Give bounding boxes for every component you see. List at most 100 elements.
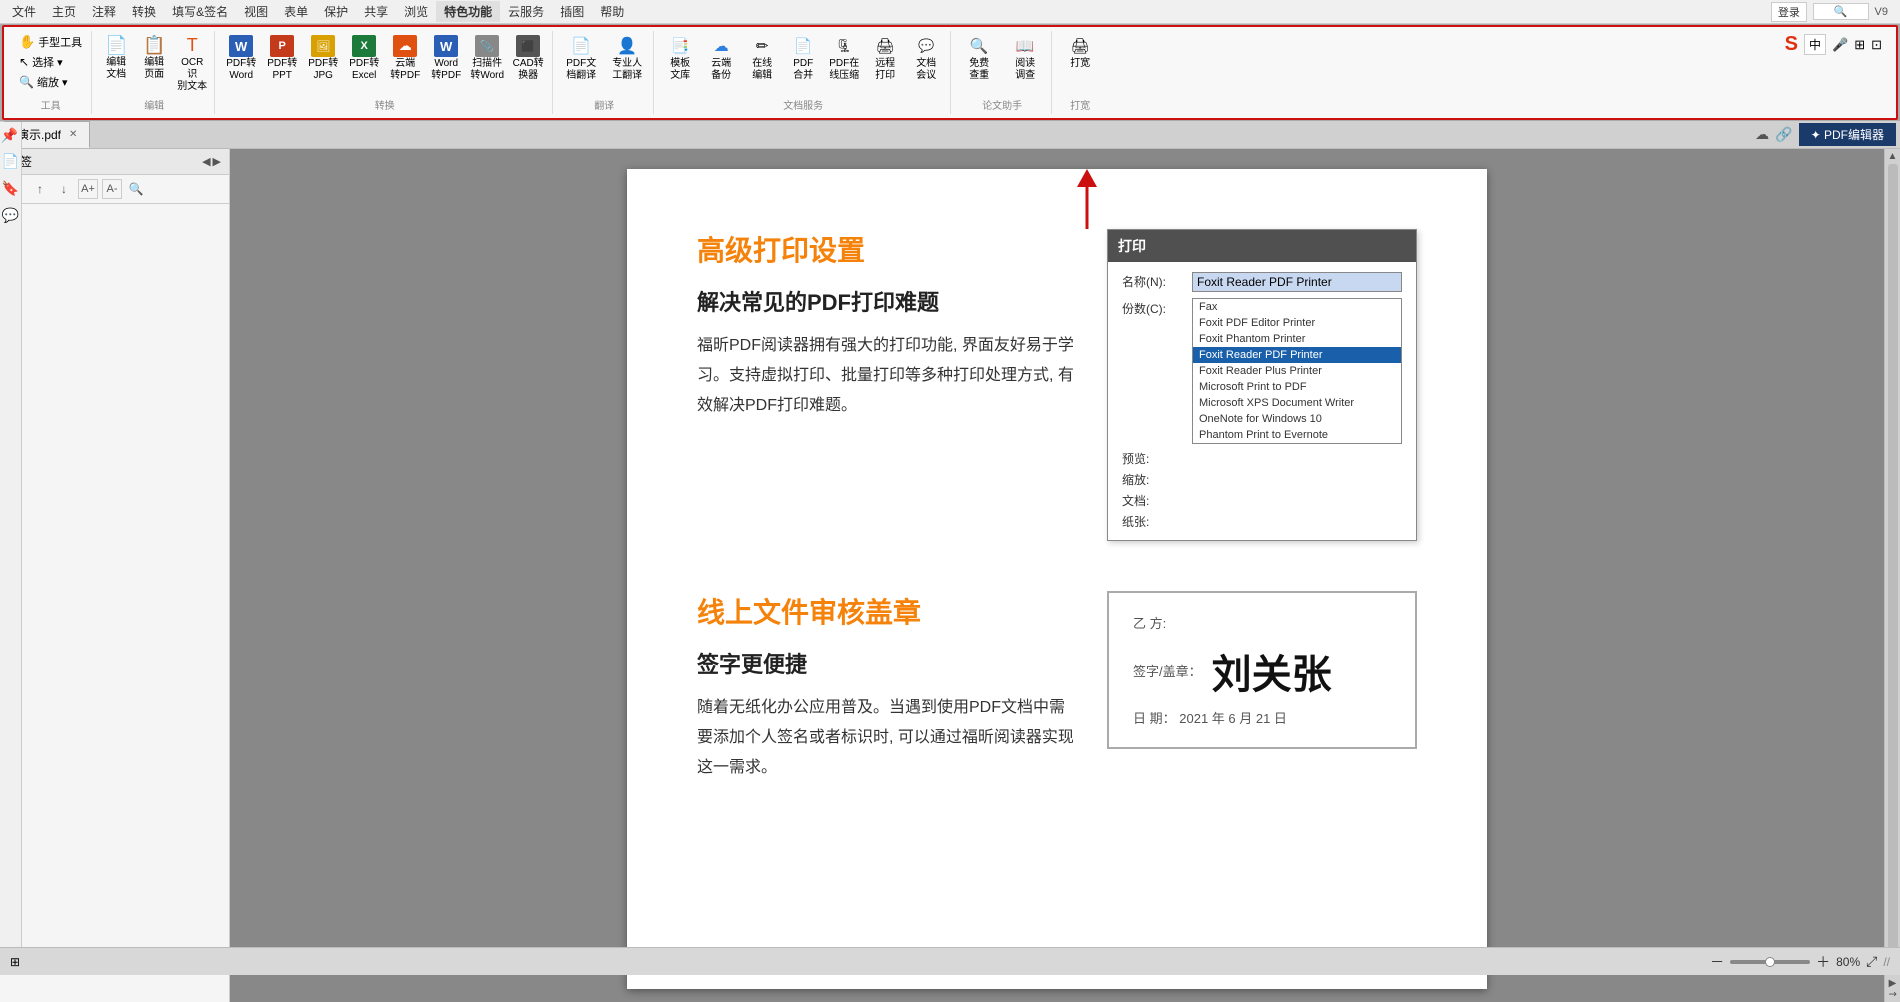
stamp-date-value: 2021 年 6 月 21 日	[1179, 711, 1287, 726]
print-list-item-editor[interactable]: Foxit PDF Editor Printer	[1193, 315, 1401, 331]
pdf-to-jpg-btn[interactable]: 🖼 PDF转JPG	[303, 33, 343, 84]
section-print-body: 福昕PDF阅读器拥有强大的打印功能, 界面友好易于学习。支持虚拟打印、批量打印等…	[697, 331, 1077, 422]
pdf-page: 高级打印设置 解决常见的PDF打印难题 福昕PDF阅读器拥有强大的打印功能, 界…	[627, 169, 1487, 989]
search-input-area[interactable]: 🔍	[1813, 3, 1869, 20]
tab-close-icon[interactable]: ✕	[69, 129, 77, 140]
menu-item-annotate[interactable]: 注释	[84, 1, 124, 22]
ribbon-docservice-group: 📑 模板文库 ☁ 云端备份 ✏ 在线编辑 📄 PDF合并 🗜 PDF在	[656, 31, 951, 114]
edit-page-btn[interactable]: 📋编辑页面	[136, 33, 172, 83]
pdf-editor-label: ✦ PDF编辑器	[1811, 126, 1884, 143]
pdf-to-excel-btn[interactable]: X PDF转Excel	[344, 33, 384, 84]
menu-item-browse[interactable]: 浏览	[396, 1, 436, 22]
print-name-input[interactable]: Foxit Reader PDF Printer	[1192, 272, 1402, 292]
menu-item-protect[interactable]: 保护	[316, 1, 356, 22]
print-printer-list[interactable]: Fax Foxit PDF Editor Printer Foxit Phant…	[1192, 298, 1402, 444]
pdf-to-ppt-btn[interactable]: P PDF转PPT	[262, 33, 302, 84]
menu-item-sign[interactable]: 填写&签名	[164, 1, 236, 22]
ribbon-edit-group: 📄编辑文档 📋编辑页面 TOCR识别文本 编辑	[94, 31, 215, 114]
right-scrollbar[interactable]: ▲ ▼ ▶ ↗	[1884, 149, 1900, 1002]
pdf-compress-btn[interactable]: 🗜 PDF在线压缩	[824, 33, 864, 84]
stamp-illustration: 乙 方: 签字/盖章： 刘关张 日 期： 2021 年 6 月 21 日	[1107, 591, 1417, 749]
fullscreen-btn[interactable]: ⤢	[1866, 953, 1877, 970]
zoom-control: － ＋ 80% ⤢ //	[1710, 952, 1890, 972]
scroll-diag[interactable]: ↗	[1886, 987, 1900, 1001]
template-library-btn[interactable]: 📑 模板文库	[660, 33, 700, 84]
scan-to-word-btn[interactable]: 📎 扫描件转Word	[467, 33, 507, 84]
print-list-item-ms-pdf[interactable]: Microsoft Print to PDF	[1193, 379, 1401, 395]
online-edit-btn[interactable]: ✏ 在线编辑	[742, 33, 782, 84]
human-translate-btn[interactable]: 👤 专业人工翻译	[605, 33, 649, 84]
login-button[interactable]: 登录	[1771, 2, 1807, 22]
menu-item-help[interactable]: 帮助	[592, 1, 632, 22]
ribbon-convert-group: W PDF转Word P PDF转PPT 🖼 PDF转JPG X PDF转Exc…	[217, 31, 553, 114]
print-list-item-reader[interactable]: Foxit Reader PDF Printer	[1193, 347, 1401, 363]
print-list-item-onenote[interactable]: OneNote for Windows 10	[1193, 411, 1401, 427]
zoom-minus-btn[interactable]: －	[1710, 952, 1724, 972]
check-dup-btn[interactable]: 🔍 免费查重	[957, 33, 1001, 84]
print-list-item-xps[interactable]: Microsoft XPS Document Writer	[1193, 395, 1401, 411]
zoom-plus-btn[interactable]: ＋	[1816, 952, 1830, 972]
menu-item-special[interactable]: 特色功能	[436, 1, 500, 22]
print-wide-btn[interactable]: 🖨 打宽	[1058, 33, 1102, 72]
sidebar-panel-icon-3[interactable]: 🔖	[2, 180, 19, 197]
print-list-item-plus[interactable]: Foxit Reader Plus Printer	[1193, 363, 1401, 379]
pdf-to-word-btn[interactable]: W PDF转Word	[221, 33, 261, 84]
mic-icon[interactable]: 🎤	[1832, 37, 1848, 53]
sidebar-expand-icon[interactable]: ↑	[30, 179, 50, 199]
sidebar-search-icon[interactable]: 🔍	[126, 179, 146, 199]
pdf-translate-btn[interactable]: 📄 PDF文档翻译	[559, 33, 603, 84]
menu-icon[interactable]: ⊡	[1871, 37, 1882, 53]
print-list-item-fax[interactable]: Fax	[1193, 299, 1401, 315]
menu-item-plugin[interactable]: 插图	[552, 1, 592, 22]
sidebar-content	[22, 204, 229, 1002]
cloud-sync-icon[interactable]: 🔗	[1775, 126, 1792, 143]
scroll-up[interactable]: ▲	[1888, 151, 1898, 162]
cad-convert-btn[interactable]: ⬛ CAD转换器	[508, 33, 548, 84]
sidebar-font-down-icon[interactable]: A-	[102, 179, 122, 199]
sidebar-header: 书签 ◀ ▶	[0, 149, 229, 175]
print-list-item-phantom[interactable]: Foxit Phantom Printer	[1193, 331, 1401, 347]
ime-icon[interactable]: 中	[1804, 34, 1826, 55]
pdf-editor-badge[interactable]: ✦ PDF编辑器	[1799, 123, 1896, 146]
section-print-text: 高级打印设置 解决常见的PDF打印难题 福昕PDF阅读器拥有强大的打印功能, 界…	[697, 229, 1077, 422]
section-print: 高级打印设置 解决常见的PDF打印难题 福昕PDF阅读器拥有强大的打印功能, 界…	[697, 229, 1417, 541]
cloud-backup-btn[interactable]: ☁ 云端备份	[701, 33, 741, 84]
sidebar-panel-icon-2[interactable]: 📄	[2, 153, 19, 170]
select-tool-btn[interactable]: ↖选择 ▾	[16, 53, 85, 71]
menu-item-home[interactable]: 主页	[44, 1, 84, 22]
menu-item-form[interactable]: 表单	[276, 1, 316, 22]
cloud-icon[interactable]: ☁	[1755, 126, 1769, 143]
hand-tool-btn[interactable]: ✋手型工具	[16, 33, 85, 51]
edit-doc-btn[interactable]: 📄编辑文档	[98, 33, 134, 83]
print-dialog-illustration: 打印 名称(N): Foxit Reader PDF Printer 份数(C)…	[1107, 229, 1417, 541]
menu-item-convert[interactable]: 转换	[124, 1, 164, 22]
cloud-convert-btn[interactable]: ☁ 云端转PDF	[385, 33, 425, 84]
bottom-bar: ⊞ － ＋ 80% ⤢ //	[0, 947, 1900, 975]
assistant-group-label: 论文助手	[957, 97, 1047, 112]
remote-print-btn[interactable]: 🖨 远程打印	[865, 33, 905, 84]
grid-icon[interactable]: ⊞	[1854, 37, 1865, 53]
page-thumbnail-icon[interactable]: ⊞	[10, 955, 20, 969]
menu-item-cloud[interactable]: 云服务	[500, 1, 552, 22]
stamp-sig-label: 签字/盖章：	[1133, 661, 1202, 680]
read-survey-btn[interactable]: 📖 阅读调查	[1003, 33, 1047, 84]
print-list-item-evernote[interactable]: Phantom Print to Evernote	[1193, 427, 1401, 443]
sidebar-nav-next[interactable]: ▶	[213, 155, 221, 168]
sidebar-panel-icon-1[interactable]: 📌	[3, 126, 19, 143]
translate-group-label: 翻译	[559, 97, 649, 112]
print-dialog-title: 打印	[1108, 230, 1416, 262]
menu-item-file[interactable]: 文件	[4, 1, 44, 22]
doc-meeting-btn[interactable]: 💬 文档会议	[906, 33, 946, 84]
zoom-tool-btn[interactable]: 🔍缩放 ▾	[16, 73, 85, 91]
ocr-btn[interactable]: TOCR识别文本	[174, 33, 210, 95]
sidebar-panel-icon-4[interactable]: 💬	[2, 207, 19, 224]
pdf-merge-btn[interactable]: 📄 PDF合并	[783, 33, 823, 84]
sidebar-nav-prev[interactable]: ◀	[202, 155, 210, 168]
menu-item-share[interactable]: 共享	[356, 1, 396, 22]
menu-item-view[interactable]: 视图	[236, 1, 276, 22]
sidebar-toolbar: ⊞ ↑ ↓ A+ A- 🔍	[0, 175, 229, 204]
word-to-pdf-btn[interactable]: W Word转PDF	[426, 33, 466, 84]
stamp-party-row: 乙 方:	[1133, 613, 1391, 632]
sidebar-font-up-icon[interactable]: A+	[78, 179, 98, 199]
sidebar-collapse-icon[interactable]: ↓	[54, 179, 74, 199]
